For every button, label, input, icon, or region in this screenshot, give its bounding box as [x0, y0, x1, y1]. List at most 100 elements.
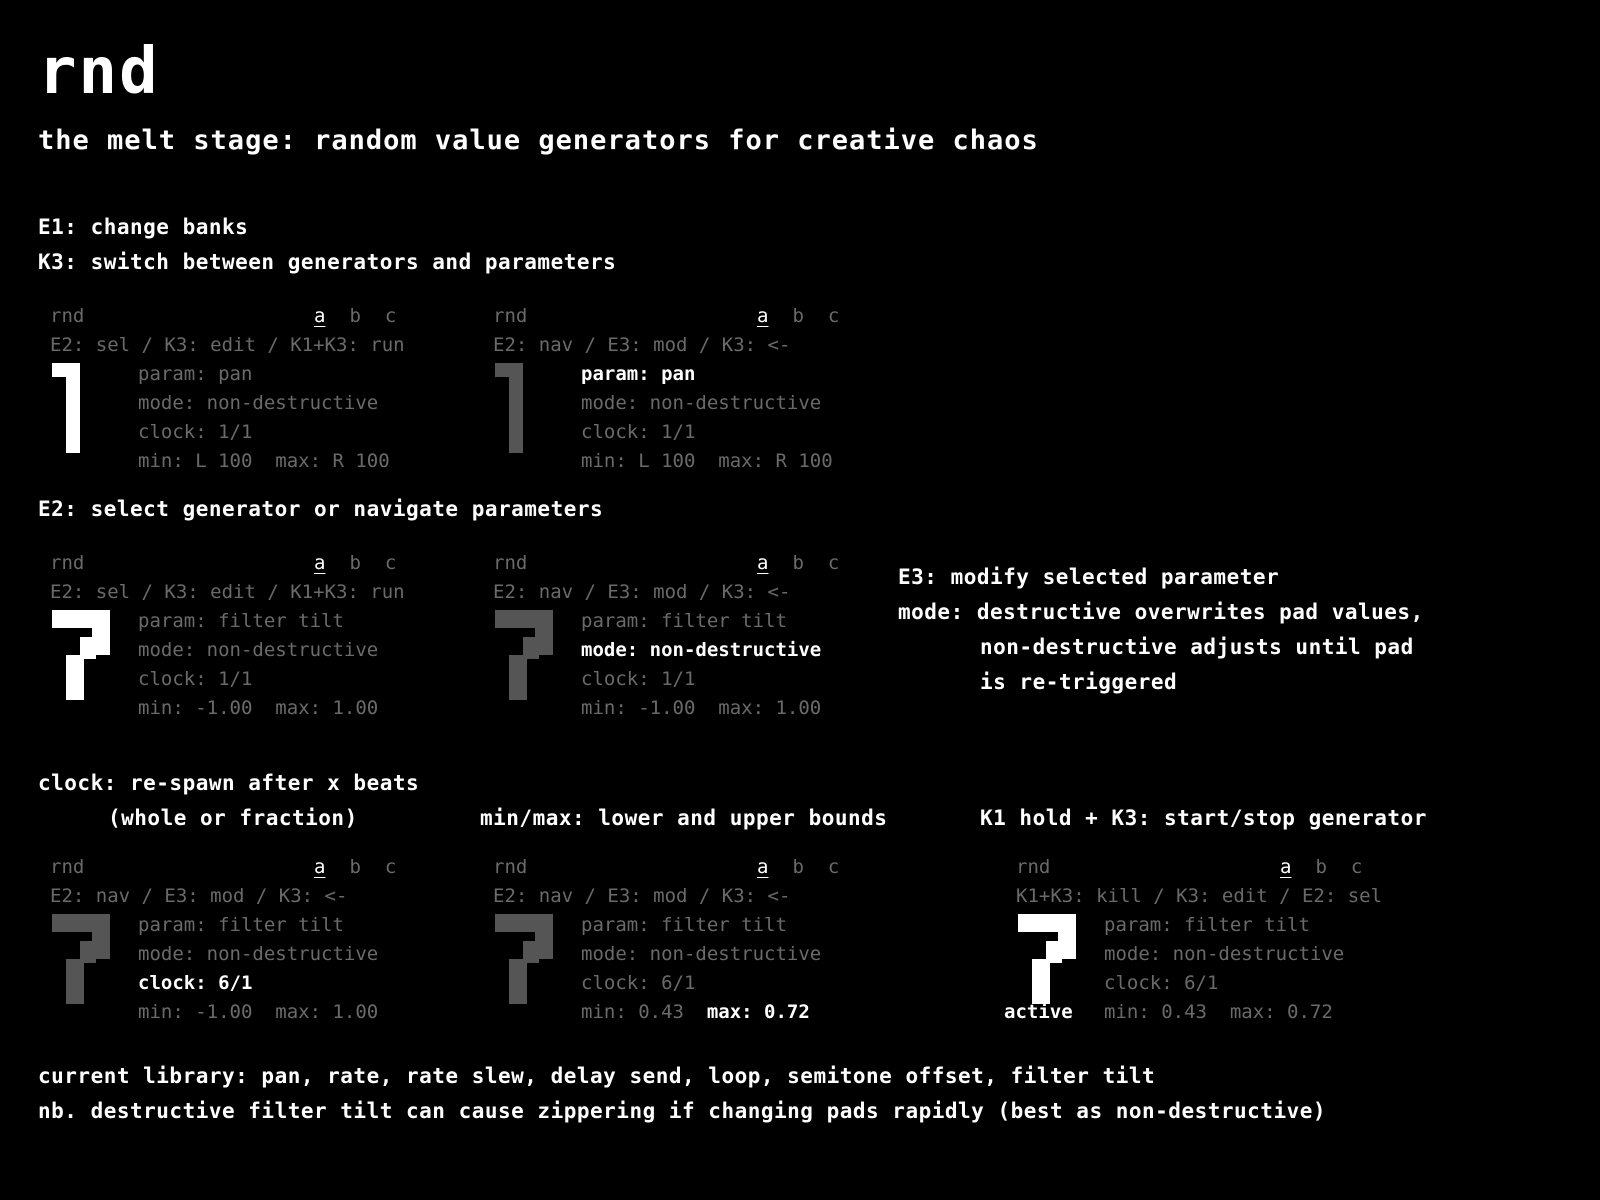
generator-number-digit — [495, 363, 523, 453]
device-screen-6: rnd a b c E2: nav / E3: mod / K3: <- param… — [481, 856, 871, 1026]
bank-a: a — [1280, 856, 1292, 878]
digit-segment — [1032, 959, 1050, 1004]
param-line: param: filter tilt — [581, 914, 787, 936]
active-indicator: active — [1004, 1001, 1073, 1023]
minmax-line: min: -1.00 max: 1.00 — [138, 697, 378, 719]
bank-c: c — [384, 856, 397, 878]
param-line: param: filter tilt — [138, 914, 344, 936]
digit-segment — [66, 959, 84, 1004]
digit-segment — [509, 363, 523, 453]
mode-line: mode: non-destructive — [138, 943, 379, 965]
max-value: max: 1.00 — [718, 697, 822, 719]
note-k1: K1 hold + K3: start/stop generator — [980, 806, 1427, 830]
clock-line: clock: 1/1 — [581, 668, 696, 690]
bank-b: b — [792, 856, 804, 878]
library-note: current library: pan, rate, rate slew, d… — [38, 1064, 1156, 1088]
app-subtitle: the melt stage: random value generators … — [38, 125, 1039, 156]
bank-selector: a b c — [1280, 856, 1386, 878]
screen-app-name: rnd — [50, 305, 85, 327]
bank-c: c — [827, 856, 840, 878]
clock-line: clock: 6/1 — [1104, 972, 1219, 994]
screen-app-name: rnd — [50, 552, 85, 574]
note-minmax: min/max: lower and upper bounds — [480, 806, 888, 830]
app-title: rnd — [38, 35, 160, 109]
min-value: min: L 100 — [138, 450, 253, 472]
screen-app-name: rnd — [50, 856, 85, 878]
param-line: param: filter tilt — [581, 610, 787, 632]
nb-note: nb. destructive filter tilt can cause zi… — [38, 1099, 1327, 1123]
bank-a: a — [757, 305, 769, 327]
bank-c: c — [827, 305, 840, 327]
mode-line: mode: non-destructive — [138, 392, 379, 414]
bank-selector: a b c — [314, 552, 420, 574]
minmax-line: min: L 100 max: R 100 — [581, 450, 833, 472]
screen-hint: K1+K3: kill / K3: edit / E2: sel — [1016, 885, 1383, 907]
bank-c: c — [384, 552, 397, 574]
generator-number-digit — [495, 914, 553, 1004]
generator-number-digit — [52, 610, 110, 700]
mode-line: mode: non-destructive — [581, 639, 822, 661]
bank-b: b — [349, 552, 361, 574]
param-line: param: filter tilt — [1104, 914, 1310, 936]
bank-b: b — [349, 305, 361, 327]
device-screen-4: rnd a b c E2: nav / E3: mod / K3: <- param… — [481, 552, 871, 722]
min-value: min: 0.43 — [1104, 1001, 1207, 1023]
min-value: min: -1.00 — [138, 1001, 253, 1023]
minmax-line: min: L 100 max: R 100 — [138, 450, 390, 472]
param-line: param: pan — [138, 363, 253, 385]
bank-b: b — [792, 305, 804, 327]
max-value: max: 0.72 — [1229, 1001, 1333, 1023]
device-screen-1: rnd abc E2: sel / K3: edit / K1+K3: run … — [38, 305, 428, 475]
device-screen-7: rnd a b c K1+K3: kill / K3: edit / E2: sel… — [1004, 856, 1394, 1026]
note-e1: E1: change banks — [38, 215, 249, 239]
device-screen-5: rnd a b c E2: nav / E3: mod / K3: <- param… — [38, 856, 428, 1026]
generator-number-digit — [1018, 914, 1076, 1004]
bank-selector: a b c — [314, 856, 420, 878]
screen-app-name: rnd — [493, 305, 528, 327]
bank-b: b — [792, 552, 804, 574]
screen-hint: E2: nav / E3: mod / K3: <- — [493, 334, 791, 356]
bank-a: a — [314, 305, 326, 327]
generator-number-digit — [495, 610, 553, 700]
note-clock-line2: (whole or fraction) — [108, 806, 358, 830]
digit-segment — [509, 959, 527, 1004]
bank-b: b — [1315, 856, 1327, 878]
digit-segment — [66, 655, 84, 700]
note-mode-line3: is re-triggered — [980, 670, 1178, 694]
bank-c: c — [827, 552, 840, 574]
device-screen-3: rnd abc E2: sel / K3: edit / K1+K3: run … — [38, 552, 428, 722]
bank-selector: a b c — [757, 305, 863, 327]
screen-app-name: rnd — [493, 552, 528, 574]
mode-line: mode: non-destructive — [138, 639, 379, 661]
max-value: max: 1.00 — [275, 697, 379, 719]
screen-hint: E2: sel / K3: edit / K1+K3: run — [50, 581, 405, 603]
max-value: max: 0.72 — [706, 1001, 810, 1023]
bank-a: a — [314, 552, 326, 574]
clock-line: clock: 6/1 — [581, 972, 696, 994]
digit-segment — [509, 655, 527, 700]
note-e3: E3: modify selected parameter — [898, 565, 1280, 589]
screen-app-name: rnd — [493, 856, 528, 878]
bank-selector: a b c — [757, 552, 863, 574]
clock-line: clock: 1/1 — [138, 421, 253, 443]
device-screen-2: rnd a b c E2: nav / E3: mod / K3: <- param… — [481, 305, 871, 475]
param-line: param: filter tilt — [138, 610, 344, 632]
screen-hint: E2: nav / E3: mod / K3: <- — [50, 885, 348, 907]
bank-a: a — [314, 856, 326, 878]
clock-line: clock: 1/1 — [138, 668, 253, 690]
note-e2: E2: select generator or navigate paramet… — [38, 497, 604, 521]
bank-c: c — [1350, 856, 1363, 878]
minmax-line: min: -1.00 max: 1.00 — [138, 1001, 378, 1023]
mode-line: mode: non-destructive — [1104, 943, 1345, 965]
note-clock-line1: clock: re-spawn after x beats — [38, 771, 420, 795]
min-value: min: L 100 — [581, 450, 696, 472]
bank-a: a — [757, 856, 769, 878]
min-value: min: -1.00 — [581, 697, 696, 719]
bank-b: b — [349, 856, 361, 878]
min-value: min: -1.00 — [138, 697, 253, 719]
clock-line: clock: 1/1 — [581, 421, 696, 443]
digit-segment — [66, 363, 80, 453]
mode-line: mode: non-destructive — [581, 392, 822, 414]
minmax-line: min: 0.43 max: 0.72 — [1104, 1001, 1333, 1023]
max-value: max: R 100 — [718, 450, 833, 472]
